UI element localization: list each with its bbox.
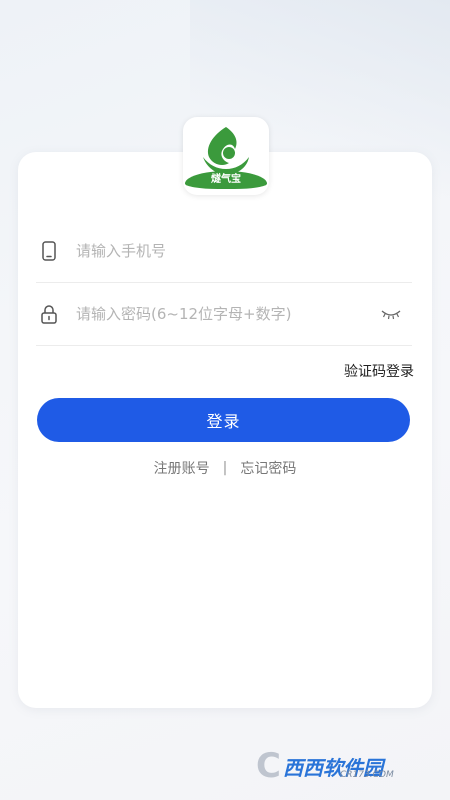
watermark: C 西西软件园 CR173.COM xyxy=(256,748,432,784)
password-input[interactable]: 请输入密码(6~12位字母+数字) xyxy=(76,303,380,324)
register-link[interactable]: 注册账号 xyxy=(154,458,210,478)
watermark-logo-icon: C xyxy=(256,746,281,786)
eye-closed-icon[interactable] xyxy=(380,307,402,321)
logo-ribbon: 燧气宝 xyxy=(185,171,267,189)
phone-input[interactable]: 请输入手机号 xyxy=(76,240,412,261)
sms-login-link[interactable]: 验证码登录 xyxy=(344,361,414,381)
phone-field[interactable]: 请输入手机号 xyxy=(36,219,412,283)
account-links: 注册账号 | 忘记密码 xyxy=(0,458,450,478)
lock-icon xyxy=(38,303,60,325)
app-logo: 燧气宝 xyxy=(183,117,269,195)
links-separator: | xyxy=(222,460,228,476)
phone-icon xyxy=(38,240,60,262)
password-field[interactable]: 请输入密码(6~12位字母+数字) xyxy=(36,282,412,346)
login-button[interactable]: 登录 xyxy=(37,398,410,442)
forgot-password-link[interactable]: 忘记密码 xyxy=(240,458,296,478)
watermark-sub: CR173.COM xyxy=(340,770,394,780)
